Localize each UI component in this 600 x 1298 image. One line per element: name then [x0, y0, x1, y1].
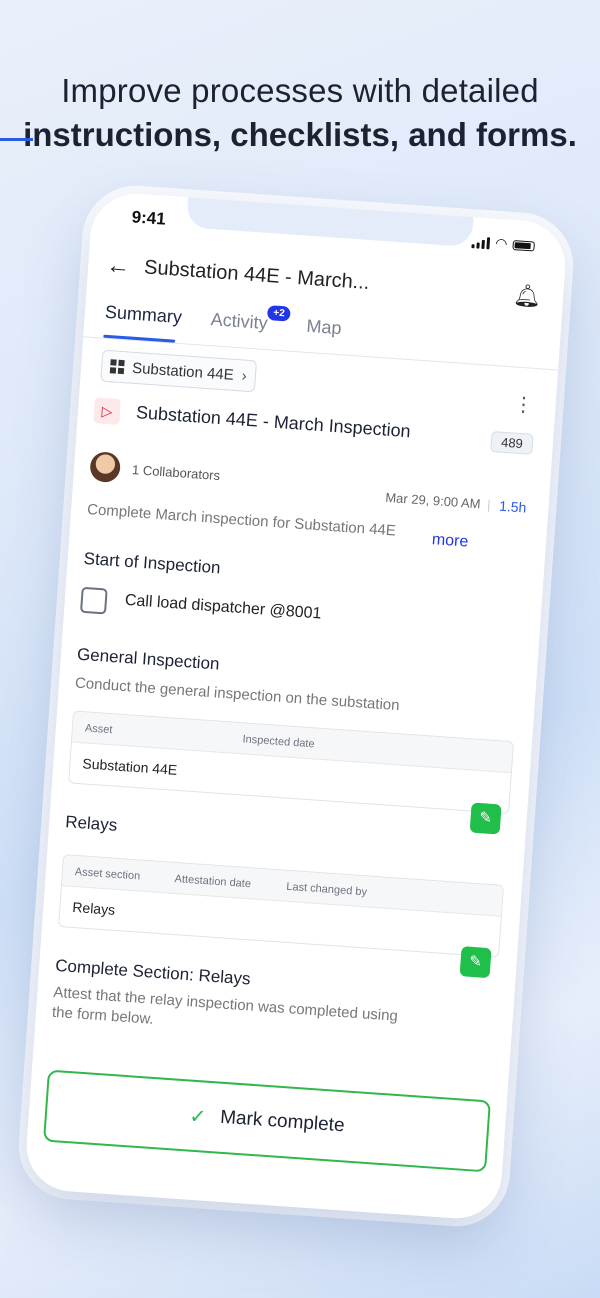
headline-line-1: Improve processes with detailed	[61, 72, 539, 109]
edit-pencil-icon[interactable]: ✎	[459, 946, 492, 979]
headline-line-2: instructions, checklists, and forms.	[23, 116, 577, 153]
status-icons: ◠	[471, 233, 536, 254]
tab-indicator	[103, 334, 176, 343]
cell-asset-section: Relays	[71, 898, 116, 918]
edit-pencil-icon[interactable]: ✎	[469, 802, 502, 835]
more-link[interactable]: more	[431, 531, 469, 551]
section-general-subtitle: Conduct the general inspection on the su…	[74, 674, 401, 715]
date-separator: |	[486, 496, 492, 513]
marketing-headline: Improve processes with detailed instruct…	[0, 72, 600, 154]
avatar[interactable]	[89, 451, 122, 484]
section-start-heading: Start of Inspection	[83, 548, 222, 578]
section-relays-heading: Relays	[64, 812, 118, 835]
status-time: 9:41	[131, 207, 167, 229]
task-header: ▷ Substation 44E - March Inspection 489	[93, 397, 534, 455]
tab-activity[interactable]: Activity	[210, 309, 268, 334]
checkbox-label: Call load dispatcher @8001	[124, 591, 322, 623]
page-title: Substation 44E - March...	[143, 256, 371, 295]
signal-icon	[471, 236, 491, 249]
chevron-right-icon: ›	[241, 366, 248, 385]
mark-complete-button[interactable]: ✓ Mark complete	[43, 1069, 491, 1173]
task-date: Mar 29, 9:00 AM	[384, 489, 482, 512]
task-title: Substation 44E - March Inspection	[135, 402, 412, 442]
asset-chip[interactable]: Substation 44E ›	[100, 349, 257, 393]
footer-bar: ✓ Mark complete	[23, 1058, 508, 1222]
task-description: Complete March inspection for Substation…	[86, 500, 397, 540]
wifi-icon: ◠	[495, 234, 508, 252]
relays-table: Asset section Attestation date Last chan…	[58, 854, 505, 958]
phone-frame: 9:41 ◠ ← Substation 44E - March... 🔔︎ Su…	[23, 190, 569, 1222]
check-icon: ✓	[188, 1105, 207, 1129]
general-inspection-table: Asset Inspected date Substation 44E	[68, 710, 515, 815]
column-last-changed-by: Last changed by	[285, 880, 368, 899]
asset-chip-label: Substation 44E	[131, 359, 235, 384]
activity-badge: +2	[266, 305, 292, 322]
column-asset-section: Asset section	[74, 865, 141, 883]
collaborators-label: 1 Collaborators	[131, 462, 221, 484]
tab-summary[interactable]: Summary	[104, 302, 182, 328]
more-vert-icon[interactable]: ⋮	[513, 393, 534, 416]
battery-icon	[512, 239, 536, 252]
section-general-heading: General Inspection	[76, 644, 221, 674]
arrow-left-icon[interactable]: ←	[105, 252, 131, 282]
dashboard-icon	[109, 359, 125, 375]
bell-icon[interactable]: 🔔︎	[512, 282, 542, 310]
column-inspected-date: Inspected date	[242, 733, 315, 751]
checklist-item[interactable]: Call load dispatcher @8001	[79, 585, 521, 646]
accent-line	[0, 138, 33, 141]
column-asset: Asset	[84, 722, 113, 737]
play-icon: ▷	[93, 397, 121, 425]
tab-map[interactable]: Map	[306, 316, 342, 339]
checkbox[interactable]	[79, 586, 108, 615]
mark-complete-label: Mark complete	[219, 1106, 346, 1137]
column-attestation-date: Attestation date	[174, 872, 252, 891]
task-duration: 1.5h	[498, 497, 527, 516]
section-complete-relays-heading: Complete Section: Relays	[54, 955, 252, 989]
task-count-badge: 489	[490, 430, 534, 455]
cell-asset: Substation 44E	[81, 755, 178, 778]
section-complete-relays-subtitle-2: the form below.	[51, 1003, 155, 1028]
